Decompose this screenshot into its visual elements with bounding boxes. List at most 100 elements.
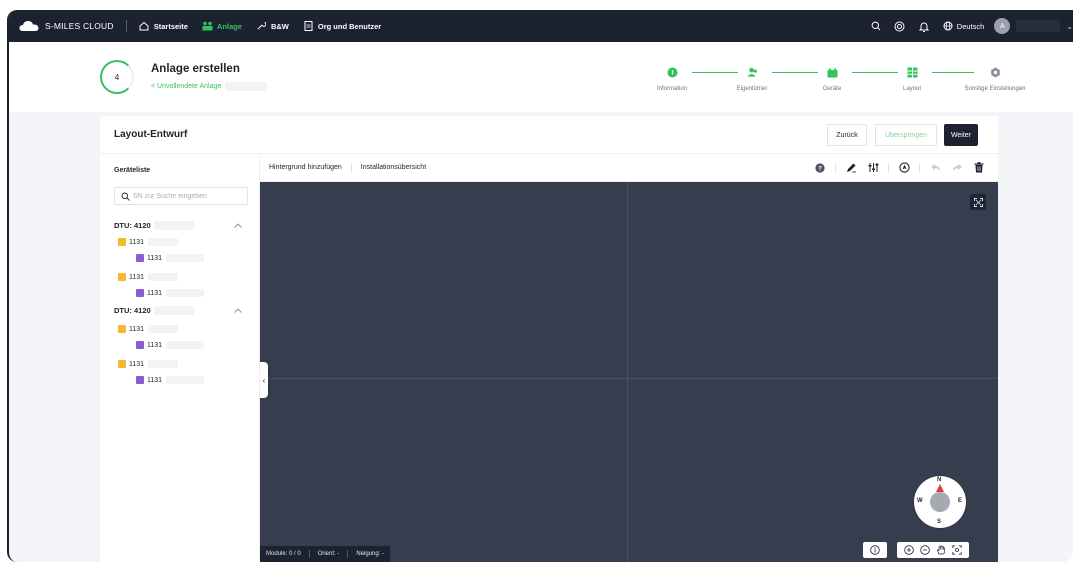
compass-west: W [917, 498, 923, 504]
back-button[interactable]: Zurück [827, 124, 867, 146]
nav-startseite[interactable]: Startseite [139, 21, 188, 32]
zoom-controls [897, 542, 969, 558]
step-geraete[interactable]: Geräte [797, 67, 867, 92]
step-number: 4 [114, 72, 120, 82]
module-item[interactable]: 1131 [136, 376, 205, 384]
module-serial-redacted [166, 289, 205, 297]
inverter-icon [118, 273, 126, 281]
redo-icon[interactable] [951, 162, 963, 174]
compass-east: E [958, 498, 963, 504]
compass-widget[interactable]: N S E W [914, 476, 966, 528]
language-selector[interactable]: Deutsch [942, 20, 985, 32]
compass-center [930, 492, 950, 512]
step-eigentuemer[interactable]: Eigentümer [717, 67, 787, 92]
nav-startseite-label: Startseite [153, 21, 188, 31]
user-name-redacted[interactable] [1016, 20, 1061, 32]
settings-icon [990, 67, 1001, 78]
inverter-item[interactable]: 1131 [118, 238, 179, 246]
pen-icon[interactable] [845, 162, 857, 174]
inverter-item[interactable]: 1131 [118, 360, 179, 368]
canvas-tools: ? [809, 162, 990, 174]
info-control [863, 542, 887, 558]
layout-canvas[interactable]: N S E W Module: 0 / 0 Orient: - Neigung:… [260, 182, 998, 562]
installation-overview-button[interactable]: Installationsübersicht [352, 164, 435, 171]
canvas-axis-horizontal [260, 378, 998, 379]
module-item[interactable]: 1131 [136, 289, 205, 297]
chevron-down-icon[interactable]: ⌄ [1066, 22, 1073, 31]
add-background-button[interactable]: Hintergrund hinzufügen [260, 164, 351, 171]
compass-rotate-icon[interactable] [898, 162, 910, 174]
inverter-item[interactable]: 1131 [118, 273, 179, 281]
layout-card-header: Layout-Entwurf Zurück Überspringen Weite… [100, 116, 998, 154]
status-divider [308, 550, 310, 558]
inverter-icon [118, 238, 126, 246]
module-item[interactable]: 1131 [136, 254, 205, 262]
dtu-group[interactable]: DTU: 4120 [114, 221, 248, 230]
info-icon[interactable] [870, 545, 880, 555]
canvas-toolbar: Hintergrund hinzufügen Installationsüber… [260, 154, 998, 182]
brand[interactable]: S-MILES CLOUD [19, 20, 114, 32]
chevron-up-icon[interactable] [234, 222, 242, 229]
unfinished-plant-link[interactable]: < Unvollendete Anlage [151, 82, 268, 91]
dtu-group[interactable]: DTU: 4120 [114, 306, 248, 315]
device-list-panel: Geräteliste DTU: 4120 1131 [100, 154, 260, 562]
hand-pan-icon[interactable] [936, 545, 946, 555]
step-information[interactable]: Information [637, 67, 707, 92]
bell-icon[interactable] [918, 20, 930, 32]
language-label: Deutsch [956, 21, 985, 31]
users-icon [746, 67, 758, 78]
svg-text:?: ? [818, 165, 822, 172]
nav-right: Deutsch A ⌄ [858, 18, 1073, 34]
collapse-panel-button[interactable]: ‹ [260, 362, 268, 398]
toolbar-divider [888, 162, 889, 173]
module-serial-redacted [166, 254, 205, 262]
module-icon [136, 341, 144, 349]
plant-icon [202, 21, 213, 32]
module-item[interactable]: 1131 [136, 341, 205, 349]
inverter-label: 1131 [129, 238, 145, 246]
tilt-value: Neigung: - [356, 551, 385, 557]
fullscreen-icon[interactable] [970, 194, 986, 210]
check-circle-icon [667, 67, 678, 78]
next-button[interactable]: Weiter [944, 124, 978, 146]
zoom-out-icon[interactable] [920, 545, 930, 555]
orientation-value: Orient: - [317, 551, 340, 557]
nav-org-label: Org und Benutzer [317, 21, 382, 31]
fit-view-icon[interactable] [952, 545, 962, 555]
step-layout[interactable]: Layout [877, 67, 947, 92]
brand-name: S-MILES CLOUD [45, 21, 114, 31]
search-icon[interactable] [870, 20, 882, 32]
nav-anlage[interactable]: Anlage [202, 21, 242, 32]
globe-icon [942, 20, 954, 32]
nav-org-benutzer[interactable]: Org und Benutzer [303, 21, 381, 32]
module-icon [136, 289, 144, 297]
app-window: S-MILES CLOUD Startseite Anlage B&W Org [7, 10, 1073, 562]
layout-card: Layout-Entwurf Zurück Überspringen Weite… [100, 116, 998, 562]
search-input[interactable] [133, 192, 243, 200]
nav-bw[interactable]: B&W [256, 21, 289, 32]
skip-button[interactable]: Überspringen [875, 124, 937, 146]
sliders-icon[interactable] [867, 162, 879, 174]
wizard-header: 4 Anlage erstellen < Unvollendete Anlage… [9, 42, 1073, 112]
inverter-serial-redacted [148, 273, 179, 281]
step-sonstige[interactable]: Sonstige Einstellungen [950, 67, 1040, 92]
avatar[interactable]: A [994, 18, 1011, 34]
inverter-serial-redacted [148, 360, 179, 368]
dtu-label: DTU: 4120 [114, 306, 151, 315]
document-icon [303, 21, 314, 32]
chevron-up-icon[interactable] [234, 307, 242, 314]
trash-icon[interactable] [973, 162, 985, 174]
help-icon[interactable]: ? [814, 162, 826, 174]
undo-icon[interactable] [929, 162, 941, 174]
app-frame: S-MILES CLOUD Startseite Anlage B&W Org [0, 0, 1073, 562]
dtu-label: DTU: 4120 [114, 221, 151, 230]
inverter-serial-redacted [148, 325, 179, 333]
search-box[interactable] [114, 187, 248, 205]
module-label: 1131 [147, 289, 163, 297]
zoom-in-icon[interactable] [904, 545, 914, 555]
support-icon[interactable] [894, 20, 906, 32]
status-divider [347, 550, 349, 558]
unfinished-plant-label: < Unvollendete Anlage [151, 83, 222, 90]
inverter-item[interactable]: 1131 [118, 325, 179, 333]
plant-name-redacted [225, 82, 268, 91]
